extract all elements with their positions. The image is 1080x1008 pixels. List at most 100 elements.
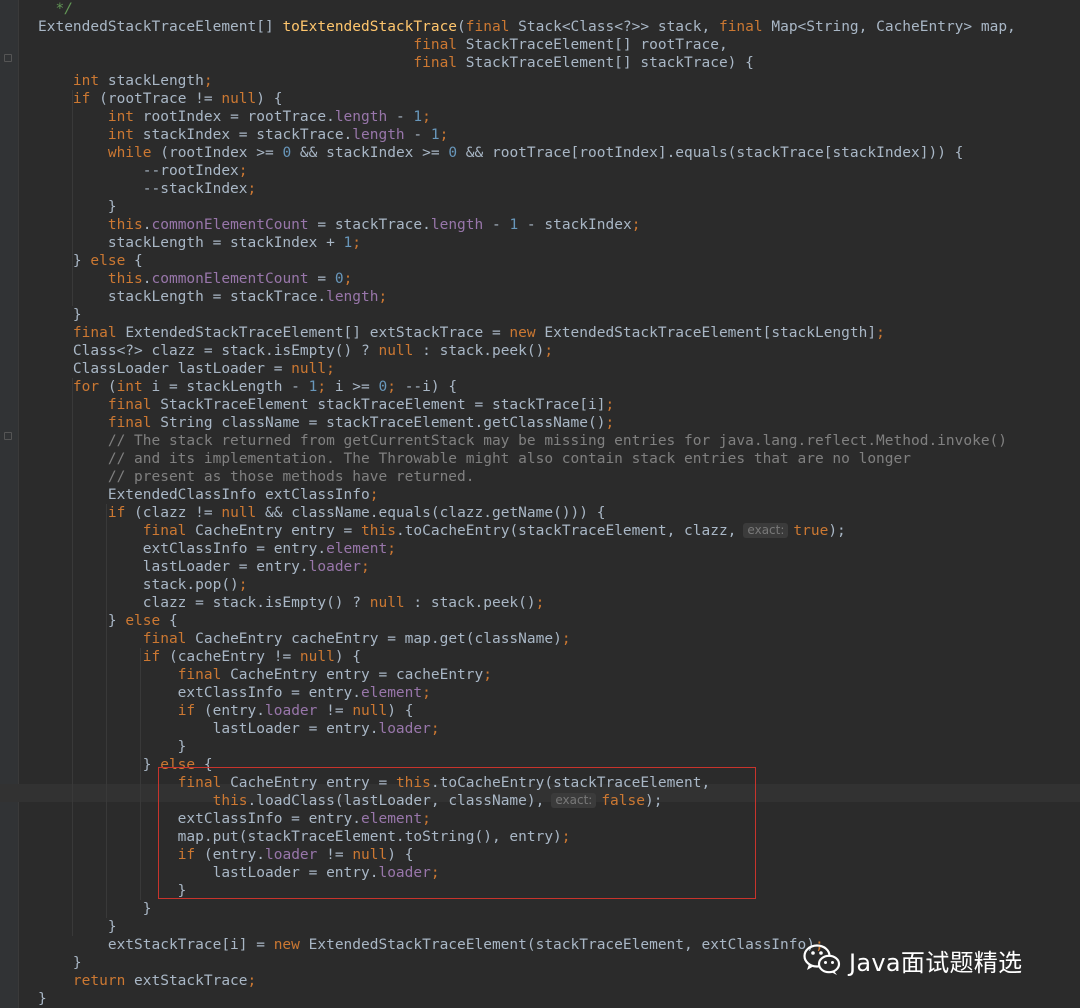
code-line[interactable]: }	[38, 900, 1016, 918]
code-line[interactable]: int rootIndex = rootTrace.length - 1;	[38, 108, 1016, 126]
code-token: element	[361, 685, 423, 701]
code-token: null	[291, 361, 327, 377]
code-line[interactable]: --stackIndex;	[38, 180, 1016, 198]
code-token: ;	[378, 289, 388, 305]
code-token: // and its implementation. The Throwable…	[107, 451, 911, 467]
code-line[interactable]: }	[38, 990, 1016, 1008]
code-line[interactable]: while (rootIndex >= 0 && stackIndex >= 0…	[38, 144, 1016, 162]
code-token: .toCacheEntry(stackTraceElement, clazz,	[395, 523, 737, 539]
code-token: // present as those methods have returne…	[107, 469, 475, 485]
code-token: ;	[238, 163, 248, 179]
code-line[interactable]: // and its implementation. The Throwable…	[38, 450, 1016, 468]
code-line[interactable]: lastLoader = entry.loader;	[38, 558, 1016, 576]
code-token: extStackTrace	[134, 973, 248, 989]
code-line[interactable]: this.commonElementCount = 0;	[38, 270, 1016, 288]
code-token: final	[142, 631, 196, 647]
code-token: length	[352, 127, 405, 143]
code-token: ) {	[256, 91, 283, 107]
fold-marker-icon[interactable]	[4, 432, 12, 440]
code-line[interactable]: extClassInfo = entry.element;	[38, 684, 1016, 702]
code-line[interactable]: Class<?> clazz = stack.isEmpty() ? null …	[38, 342, 1016, 360]
code-editor[interactable]: */ExtendedStackTraceElement[] toExtended…	[0, 0, 1080, 1008]
code-line[interactable]: ExtendedClassInfo extClassInfo;	[38, 486, 1016, 504]
code-line[interactable]: final CacheEntry entry = this.toCacheEnt…	[38, 522, 1016, 540]
code-line[interactable]: }	[38, 738, 1016, 756]
code-line[interactable]: this.commonElementCount = stackTrace.len…	[38, 216, 1016, 234]
code-token: ;	[326, 361, 335, 377]
code-token: toExtendedStackTrace	[282, 19, 458, 35]
code-token: while	[107, 145, 161, 161]
code-line[interactable]: int stackIndex = stackTrace.length - 1;	[38, 126, 1016, 144]
code-token: if	[177, 703, 204, 719]
code-token: (	[457, 19, 466, 35]
code-token: StackTraceElement stackTraceElement = st…	[160, 397, 606, 413]
code-token: final	[72, 325, 126, 341]
code-token: 1	[343, 235, 353, 251]
code-token: }	[38, 199, 117, 215]
code-line[interactable]: }	[38, 918, 1016, 936]
code-line[interactable]: ClassLoader lastLoader = null;	[38, 360, 1016, 378]
code-line[interactable]: final StackTraceElement[] stackTrace) {	[38, 54, 1016, 72]
code-token: null	[378, 343, 423, 359]
code-line[interactable]: */	[38, 0, 1016, 18]
code-line[interactable]: stackLength = stackIndex + 1;	[38, 234, 1016, 252]
code-line[interactable]: }	[38, 198, 1016, 216]
code-line[interactable]: final CacheEntry entry = cacheEntry;	[38, 666, 1016, 684]
code-line[interactable]: } else {	[38, 612, 1016, 630]
code-token: - stackIndex	[518, 217, 632, 233]
code-line[interactable]: if (rootTrace != null) {	[38, 90, 1016, 108]
code-token: (entry.	[203, 703, 265, 719]
code-line[interactable]: extClassInfo = entry.element;	[38, 540, 1016, 558]
code-line[interactable]: --rootIndex;	[38, 162, 1016, 180]
code-line[interactable]: final StackTraceElement stackTraceElemen…	[38, 396, 1016, 414]
code-token: final	[142, 523, 196, 539]
code-line[interactable]: if (cacheEntry != null) {	[38, 648, 1016, 666]
code-token: }	[38, 739, 187, 755]
code-line[interactable]: lastLoader = entry.loader;	[38, 720, 1016, 738]
code-line[interactable]: final ExtendedStackTraceElement[] extSta…	[38, 324, 1016, 342]
code-token: this	[107, 271, 143, 287]
fold-marker-icon[interactable]	[4, 54, 12, 62]
code-token: final	[107, 397, 161, 413]
code-token: ;	[317, 379, 335, 395]
code-token: loader	[378, 721, 431, 737]
code-line[interactable]: final CacheEntry cacheEntry = map.get(cl…	[38, 630, 1016, 648]
code-line[interactable]: // The stack returned from getCurrentSta…	[38, 432, 1016, 450]
code-line[interactable]: int stackLength;	[38, 72, 1016, 90]
code-line[interactable]: for (int i = stackLength - 1; i >= 0; --…	[38, 378, 1016, 396]
code-token: stackLength = stackTrace.	[38, 289, 327, 305]
code-token: Stack<Class<?>> stack,	[518, 19, 719, 35]
code-token: ;	[605, 415, 615, 431]
code-token: 0	[334, 271, 344, 287]
code-token: );	[828, 523, 846, 539]
code-line[interactable]: clazz = stack.isEmpty() ? null : stack.p…	[38, 594, 1016, 612]
code-token: ) {	[334, 649, 362, 665]
code-line[interactable]: stackLength = stackTrace.length;	[38, 288, 1016, 306]
code-token: ;	[369, 487, 379, 503]
code-line[interactable]: final String className = stackTraceEleme…	[38, 414, 1016, 432]
code-token: Class<?> clazz = stack.isEmpty() ?	[38, 343, 379, 359]
code-line[interactable]: // present as those methods have returne…	[38, 468, 1016, 486]
code-token: StackTraceElement[] stackTrace) {	[465, 55, 754, 71]
code-line[interactable]: }	[38, 306, 1016, 324]
code-token: null	[352, 703, 388, 719]
code-token: final	[107, 415, 161, 431]
code-token: lastLoader = entry.	[38, 559, 309, 575]
code-token: String className = stackTraceElement.get…	[160, 415, 606, 431]
code-token: !=	[317, 703, 353, 719]
code-token: ExtendedStackTraceElement(stackTraceElem…	[308, 937, 815, 953]
code-token: lastLoader = entry.	[38, 721, 379, 737]
code-line[interactable]: ExtendedStackTraceElement[] toExtendedSt…	[38, 18, 1016, 36]
code-token: extClassInfo = entry.	[38, 685, 362, 701]
code-token: ExtendedStackTraceElement[stackLength]	[544, 325, 877, 341]
code-token: ClassLoader lastLoader =	[38, 361, 292, 377]
code-line[interactable]: } else {	[38, 252, 1016, 270]
code-line[interactable]: final StackTraceElement[] rootTrace,	[38, 36, 1016, 54]
code-line[interactable]: if (entry.loader != null) {	[38, 702, 1016, 720]
code-line[interactable]: if (clazz != null && className.equals(cl…	[38, 504, 1016, 522]
code-line[interactable]: stack.pop();	[38, 576, 1016, 594]
